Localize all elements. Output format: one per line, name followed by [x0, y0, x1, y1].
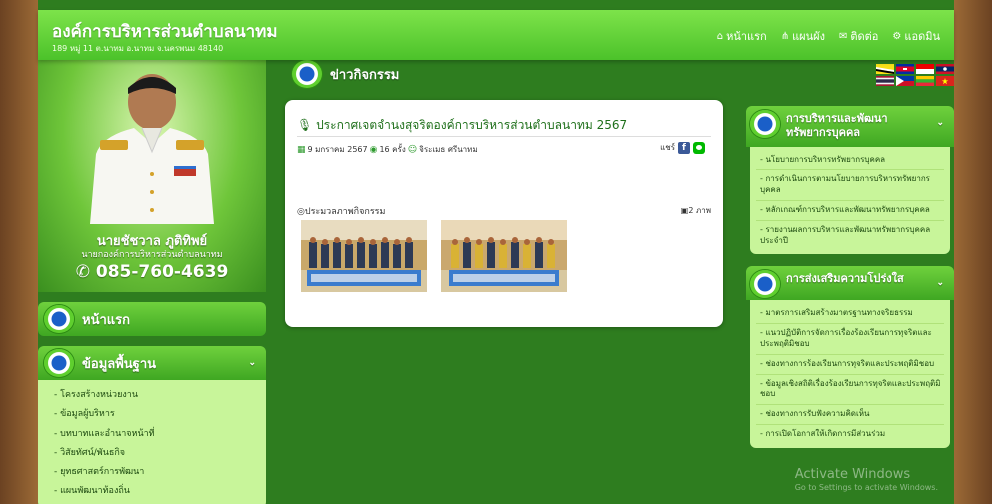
menu-hr-label: การบริหารและพัฒนาทรัพยากรบุคคล: [786, 112, 888, 140]
menu-transparency-label: การส่งเสริมความโปร่งใส: [786, 272, 904, 286]
nav-contact-label: ติดต่อ: [850, 30, 879, 43]
gallery-label: ◎ประมวลภาพกิจกรรม: [297, 207, 386, 217]
hr-submenu: - นโยบายการบริหารทรัพยากรบุคคล - การดำเน…: [750, 146, 950, 255]
flag-cambodia-icon[interactable]: [896, 64, 914, 74]
news-views: 16 ครั้ง: [379, 145, 406, 154]
mail-icon: ✉: [838, 30, 848, 42]
windows-activation-watermark: Activate Windows Go to Settings to activ…: [794, 466, 938, 492]
gallery-photo[interactable]: [441, 220, 567, 292]
menu-basic-info-label: ข้อมูลพื้นฐาน: [82, 356, 157, 372]
submenu-item[interactable]: - วิสัยทัศน์/พันธกิจ: [48, 444, 256, 463]
calendar-icon: ▦: [297, 144, 306, 155]
nav-home-label: หน้าแรก: [726, 30, 767, 43]
menu-home[interactable]: หน้าแรก: [38, 302, 266, 336]
cogs-icon: ⚙: [892, 30, 902, 42]
nav-contact-link[interactable]: ✉ ติดต่อ: [839, 27, 878, 45]
nav-sitemap-label: แผนผัง: [792, 30, 825, 43]
nav-home-link[interactable]: ⌂ หน้าแรก: [717, 27, 767, 45]
home-icon: ⌂: [716, 30, 724, 42]
left-sidebar: นายชัชวาล ภูติทิพย์ นายกองค์การบริหารส่ว…: [38, 60, 266, 504]
phone-number: 085-760-4639: [95, 262, 229, 282]
submenu-item[interactable]: - นโยบายการบริหารทรัพยากรบุคคล: [756, 151, 944, 171]
flag-grid: [876, 64, 954, 86]
facebook-icon[interactable]: f: [678, 141, 690, 154]
submenu-item[interactable]: - การดำเนินการตามนโยบายการบริหารทรัพยากร…: [756, 170, 944, 201]
group-photo-image: [301, 220, 427, 292]
flag-philippines-icon[interactable]: [896, 76, 914, 86]
flag-laos-icon[interactable]: [936, 64, 954, 74]
sitemap-icon: ⋔: [780, 30, 790, 42]
submenu-item[interactable]: - รายงานผลการบริหารและพัฒนาทรัพยากรบุคคล…: [756, 221, 944, 251]
gallery-photo[interactable]: [301, 220, 427, 292]
news-title[interactable]: 🎙 ประกาศเจตจำนงสุจริตองค์การบริหารส่วนตำ…: [297, 116, 627, 135]
language-flags: [746, 60, 954, 94]
news-date: 9 มกราคม 2567: [307, 145, 368, 154]
right-border-decoration: [954, 0, 992, 504]
menu-orb-icon: [750, 270, 780, 299]
flag-thailand-icon[interactable]: [876, 76, 894, 86]
menu-hr[interactable]: การบริหารและพัฒนาทรัพยากรบุคคล ⌄: [746, 106, 954, 147]
submenu-item[interactable]: - แผนพัฒนาท้องถิ่น: [48, 482, 256, 501]
flag-indonesia-icon[interactable]: [916, 64, 934, 74]
news-section-title: ข่าวกิจกรรม: [330, 67, 400, 83]
menu-orb-icon: [44, 305, 74, 333]
executive-position: นายกองค์การบริหารส่วนตำบลนาทม: [81, 250, 223, 260]
nav-sitemap-link[interactable]: ⋔ แผนผัง: [781, 27, 825, 45]
line-icon[interactable]: [693, 141, 705, 154]
site-address: 189 หมู่ 11 ต.นาทม อ.นาทม จ.นครพนม 48140: [52, 44, 224, 53]
submenu-item[interactable]: - ข้อมูลเชิงสถิติเรื่องร้องเรียนการทุจริ…: [756, 375, 944, 406]
microphone-icon: 🎙: [297, 118, 313, 132]
watermark-subtitle: Go to Settings to activate Windows.: [794, 482, 938, 492]
menu-orb-icon: [750, 110, 780, 138]
photo-count: ▣2 ภาพ: [680, 206, 711, 215]
basic-info-submenu: - โครงสร้างหน่วยงาน - ข้อมูลผู้บริหาร - …: [38, 380, 266, 504]
submenu-item[interactable]: - หลักเกณฑ์การบริหารและพัฒนาทรัพยากรบุคค…: [756, 201, 944, 221]
share-bar: แชร์ f: [660, 141, 705, 154]
phone-icon: ✆: [75, 262, 90, 282]
executive-profile: นายชัชวาล ภูติทิพย์ นายกองค์การบริหารส่ว…: [38, 60, 266, 292]
menu-basic-info[interactable]: ข้อมูลพื้นฐาน ⌄: [38, 346, 266, 380]
submenu-item[interactable]: - การเปิดโอกาสให้เกิดการมีส่วนร่วม: [756, 425, 944, 444]
submenu-item[interactable]: - แนวปฏิบัติการจัดการเรื่องร้องเรียนการท…: [756, 324, 944, 355]
site-header: องค์การบริหารส่วนตำบลนาทม 189 หมู่ 11 ต.…: [38, 10, 954, 60]
top-nav: ⌂ หน้าแรก ⋔ แผนผัง ✉ ติดต่อ ⚙ แอดมิน: [717, 27, 940, 45]
executive-portrait: [90, 74, 214, 224]
user-icon: ☺: [407, 144, 418, 155]
executive-phone[interactable]: ✆ 085-760-4639: [38, 262, 266, 282]
site-title[interactable]: องค์การบริหารส่วนตำบลนาทม: [52, 18, 278, 45]
camera-icon: ◎: [297, 207, 305, 217]
flag-myanmar-icon[interactable]: [916, 76, 934, 86]
section-orb-icon: [292, 60, 322, 88]
nav-admin-label: แอดมิน: [904, 30, 940, 43]
eye-icon: ◉: [369, 144, 378, 155]
submenu-item[interactable]: - ช่องทางการร้องเรียนการทุจริตและประพฤติ…: [756, 355, 944, 375]
nav-admin-link[interactable]: ⚙ แอดมิน: [892, 27, 940, 45]
submenu-item[interactable]: - มาตรการเสริมสร้างมาตรฐานทางจริยธรรม: [756, 304, 944, 325]
flag-vietnam-icon[interactable]: [936, 76, 954, 86]
menu-transparency[interactable]: การส่งเสริมความโปร่งใส ⌄: [746, 266, 954, 301]
submenu-item[interactable]: - บทบาทและอำนาจหน้าที่: [48, 425, 256, 444]
chevron-down-icon: ⌄: [248, 358, 256, 368]
group-photo-image: [441, 220, 567, 292]
submenu-item[interactable]: - ช่องทางการรับฟังความคิดเห็น: [756, 405, 944, 425]
flag-brunei-icon[interactable]: [876, 64, 894, 74]
share-label: แชร์: [660, 143, 675, 152]
watermark-title: Activate Windows: [794, 466, 911, 482]
right-sidebar: การบริหารและพัฒนาทรัพยากรบุคคล ⌄ - นโยบา…: [746, 60, 954, 448]
chevron-down-icon: ⌄: [936, 118, 944, 128]
news-meta: ▦ 9 มกราคม 2567 ◉ 16 ครั้ง ☺ จิระเมธ ศรี…: [297, 143, 478, 156]
news-card: 🎙 ประกาศเจตจำนงสุจริตองค์การบริหารส่วนตำ…: [285, 100, 723, 327]
left-border-decoration: [0, 0, 38, 504]
transparency-submenu: - มาตรการเสริมสร้างมาตรฐานทางจริยธรรม - …: [750, 300, 950, 448]
chevron-down-icon: ⌄: [936, 278, 944, 289]
menu-home-label: หน้าแรก: [82, 312, 130, 328]
submenu-item[interactable]: - ยุทธศาสตร์การพัฒนา: [48, 463, 256, 482]
news-author: จิระเมธ ศรีนาทม: [419, 145, 478, 154]
submenu-item[interactable]: - ข้อมูลผู้บริหาร: [48, 405, 256, 424]
menu-orb-icon: [44, 349, 74, 377]
news-section-header: ข่าวกิจกรรม: [290, 58, 450, 90]
divider: [297, 136, 711, 137]
submenu-item[interactable]: - โครงสร้างหน่วยงาน: [48, 386, 256, 405]
